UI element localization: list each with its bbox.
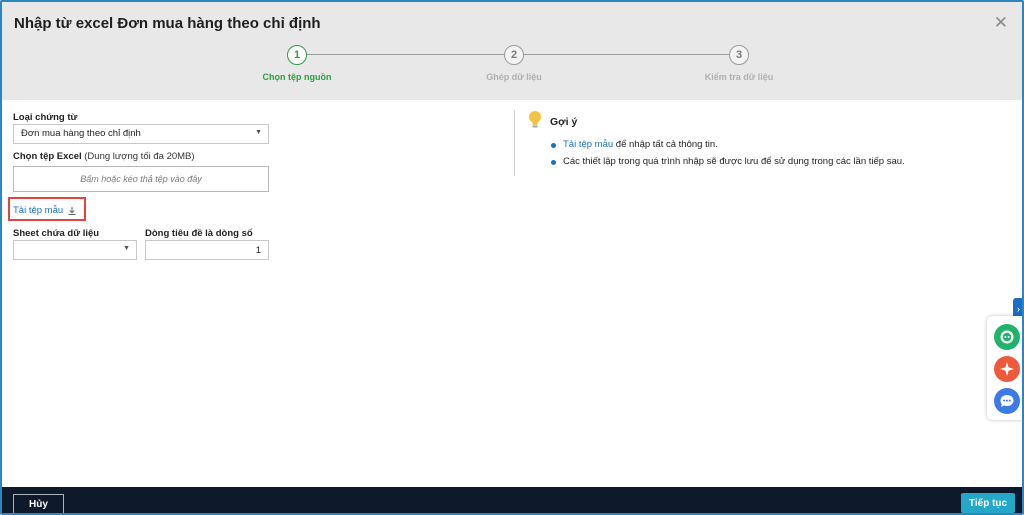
chevron-down-icon: ▼ xyxy=(255,129,262,136)
step-2-circle: 2 xyxy=(504,45,524,65)
chat-icon[interactable] xyxy=(994,388,1020,414)
file-label: Chọn tệp Excel xyxy=(13,151,82,162)
voucher-type-value: Đơn mua hàng theo chỉ định xyxy=(21,128,141,139)
vertical-divider xyxy=(514,110,515,176)
close-icon[interactable]: ✕ xyxy=(994,14,1008,31)
step-connector xyxy=(307,54,504,55)
import-dialog: Nhập từ excel Đơn mua hàng theo chỉ định… xyxy=(0,0,1024,515)
bullet xyxy=(551,143,556,148)
header-row-input[interactable]: 1 xyxy=(145,240,269,260)
bullet xyxy=(551,160,556,165)
cancel-button[interactable]: Hủy xyxy=(13,494,64,513)
sheet-label: Sheet chứa dữ liệu xyxy=(13,228,100,239)
voucher-type-select[interactable]: Đơn mua hàng theo chỉ định ▼ xyxy=(13,124,269,144)
chevron-down-icon: ▼ xyxy=(123,245,130,252)
header-row-label: Dòng tiêu đề là dòng số xyxy=(145,228,253,239)
file-size-hint: (Dung lượng tối đa 20MB) xyxy=(84,151,195,162)
download-icon xyxy=(68,206,76,215)
step-2-label: Ghép dữ liệu xyxy=(486,72,542,82)
tips-title: Gợi ý xyxy=(550,116,578,128)
dialog-footer xyxy=(2,487,1022,513)
download-template-label: Tải tệp mẫu xyxy=(13,205,64,216)
download-template-link[interactable]: Tải tệp mẫu xyxy=(13,205,77,216)
assistant-icon[interactable] xyxy=(994,324,1020,350)
next-button[interactable]: Tiếp tục xyxy=(961,493,1015,513)
step-3-circle: 3 xyxy=(729,45,749,65)
sparkle-icon[interactable] xyxy=(994,356,1020,382)
voucher-type-label: Loại chứng từ xyxy=(13,112,78,123)
step-3-label: Kiểm tra dữ liệu xyxy=(704,72,774,82)
file-dropzone[interactable]: Bấm hoặc kéo thả tệp vào đây xyxy=(13,166,269,192)
tip-item: Tải tệp mẫu để nhập tất cả thông tin. xyxy=(551,139,718,150)
step-connector xyxy=(524,54,729,55)
tip-item-text: Các thiết lập trong quá trình nhập sẽ đư… xyxy=(563,156,905,167)
step-1-label: Chọn tệp nguồn xyxy=(262,72,332,82)
dialog-title: Nhập từ excel Đơn mua hàng theo chỉ định xyxy=(14,15,321,32)
sheet-select[interactable]: ▼ xyxy=(13,240,137,260)
tip-item: Các thiết lập trong quá trình nhập sẽ đư… xyxy=(551,156,905,167)
file-label-row: Chọn tệp Excel (Dung lượng tối đa 20MB) xyxy=(13,151,195,162)
step-1-circle: 1 xyxy=(287,45,307,65)
tip-item-text: để nhập tất cả thông tin. xyxy=(613,139,718,150)
dialog-header: Nhập từ excel Đơn mua hàng theo chỉ định… xyxy=(2,2,1022,100)
tip-download-link[interactable]: Tải tệp mẫu xyxy=(563,139,613,150)
lightbulb-icon xyxy=(529,111,541,128)
